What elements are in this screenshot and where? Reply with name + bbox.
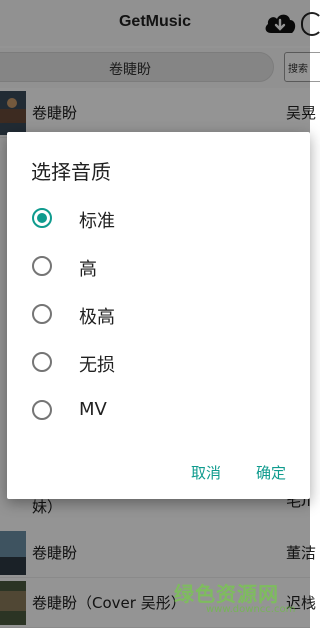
option-label: 极高 (79, 307, 115, 328)
cancel-button[interactable]: 取消 (191, 462, 221, 483)
quality-option-mv[interactable]: MV (7, 388, 310, 432)
watermark-text: 绿色资源网 (174, 582, 279, 606)
confirm-button[interactable]: 确定 (256, 462, 286, 483)
quality-option-standard[interactable]: 标准 (7, 196, 310, 240)
radio-unchecked-icon[interactable] (32, 400, 52, 420)
watermark: 绿色资源网 www.downcc.com (170, 574, 310, 626)
option-label: 无损 (79, 355, 115, 376)
quality-option-lossless[interactable]: 无损 (7, 340, 310, 384)
option-label: 标准 (79, 211, 115, 232)
quality-dialog: 选择音质 标准 高 极高 无损 MV 取消 确定 (7, 132, 310, 499)
radio-unchecked-icon[interactable] (32, 304, 52, 324)
dialog-title: 选择音质 (31, 160, 111, 184)
radio-unchecked-icon[interactable] (32, 352, 52, 372)
radio-checked-icon[interactable] (32, 208, 52, 228)
option-label: MV (79, 399, 107, 420)
quality-option-high[interactable]: 高 (7, 244, 310, 288)
quality-option-very-high[interactable]: 极高 (7, 292, 310, 336)
radio-unchecked-icon[interactable] (32, 256, 52, 276)
option-label: 高 (79, 259, 97, 280)
watermark-url: www.downcc.com (206, 604, 296, 615)
